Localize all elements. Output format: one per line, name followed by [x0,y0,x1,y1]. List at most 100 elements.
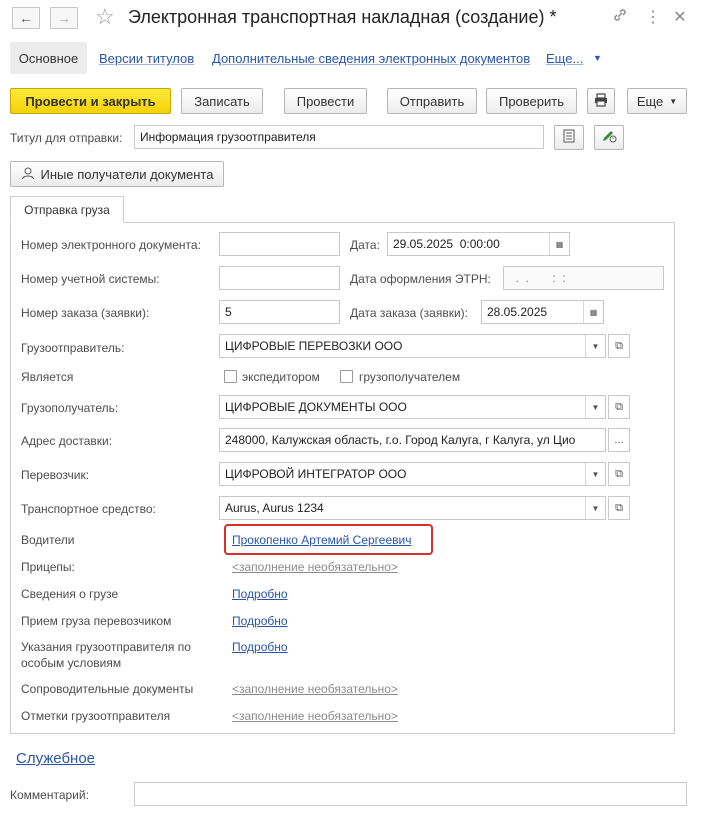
open-shipper-button[interactable]: ⧉ [608,334,630,358]
consignee-value: ЦИФРОВЫЕ ДОКУМЕНТЫ ООО [225,400,407,414]
vehicle-field[interactable]: Aurus, Aurus 1234 ▼ [219,496,606,520]
accompanying-docs-link[interactable]: <заполнение необязательно> [232,682,398,696]
etrn-date-field: . . : : [503,266,664,290]
order-number-field[interactable]: 5 [219,300,340,324]
shipper-value: ЦИФРОВЫЕ ПЕРЕВОЗКИ ООО [225,339,403,353]
shipper-field[interactable]: ЦИФРОВЫЕ ПЕРЕВОЗКИ ООО ▼ [219,334,606,358]
more-button[interactable]: Еще ▼ [627,88,687,114]
consignee-field[interactable]: ЦИФРОВЫЕ ДОКУМЕНТЫ ООО ▼ [219,395,606,419]
star-icon[interactable]: ☆ [95,4,115,30]
cargo-link[interactable]: Подробно [232,587,288,601]
account-number-field[interactable] [219,266,340,290]
other-recipients-button[interactable]: Иные получатели документа [10,161,224,187]
drivers-label: Водители [21,533,75,547]
check-button[interactable]: Проверить [486,88,577,114]
arrow-right-icon: → [57,10,71,26]
vertical-dots-icon[interactable]: ⋮ [643,7,663,27]
open-icon: ⧉ [615,501,623,514]
chevron-down-icon[interactable]: ▼ [585,335,605,357]
forwarder-label: экспедитором [242,370,320,384]
is-label: Является [21,370,74,384]
trailers-label: Прицепы: [21,560,75,574]
instructions-label-line2: особым условиям [21,656,122,670]
title-send-field[interactable]: Информация грузоотправителя [134,125,544,149]
more-button-label: Еще [636,93,664,109]
address-select-button[interactable]: ... [608,428,630,452]
comment-field[interactable] [134,782,687,806]
order-date-label: Дата заказа (заявки): [350,306,468,320]
user-icon [21,166,35,183]
calendar-icon[interactable]: ▦ [583,301,603,323]
title-send-label: Титул для отправки: [10,131,123,145]
chevron-down-icon[interactable]: ▼ [585,463,605,485]
send-button[interactable]: Отправить [387,88,477,114]
page-title: Электронная транспортная накладная (созд… [128,7,557,27]
date-label: Дата: [350,238,380,252]
address-label: Адрес доставки: [21,434,113,448]
write-button[interactable]: Записать [181,88,263,114]
date-field[interactable]: 29.05.2025 0:00:00 ▦ [387,232,570,256]
open-vehicle-button[interactable]: ⧉ [608,496,630,520]
tab-title-versions[interactable]: Версии титулов [99,51,194,66]
order-number-label: Номер заказа (заявки): [21,306,150,320]
forward-button[interactable]: → [50,7,78,29]
instructions-label-line1: Указания грузоотправителя по [21,640,191,654]
etrn-date-label: Дата оформления ЭТРН: [350,272,491,286]
list-icon [563,129,575,146]
pencil-icon [601,129,617,146]
address-field[interactable]: 248000, Калужская область, г.о. Город Ка… [219,428,606,452]
vehicle-value: Aurus, Aurus 1234 [225,501,324,515]
open-consignee-button[interactable]: ⧉ [608,395,630,419]
tab-cargo-shipment[interactable]: Отправка груза [10,196,124,223]
comment-label: Комментарий: [10,788,89,802]
open-icon: ⧉ [615,400,623,413]
post-button[interactable]: Провести [284,88,367,114]
shipper-marks-label: Отметки грузоотправителя [21,709,171,723]
open-carrier-button[interactable]: ⧉ [608,462,630,486]
chevron-down-icon: ▼ [593,53,602,63]
print-button[interactable] [587,88,615,114]
ellipsis-icon: ... [614,434,624,446]
chevron-down-icon: ▼ [669,96,678,106]
post-and-close-button[interactable]: Провести и закрыть [10,88,171,114]
carrier-field[interactable]: ЦИФРОВОЙ ИНТЕГРАТОР ООО ▼ [219,462,606,486]
carrier-value: ЦИФРОВОЙ ИНТЕГРАТОР ООО [225,467,407,481]
vehicle-label: Транспортное средство: [21,502,156,516]
accompanying-docs-label: Сопроводительные документы [21,682,194,696]
chevron-down-icon[interactable]: ▼ [585,396,605,418]
consignee-label: Грузополучатель: [21,401,119,415]
receipt-link[interactable]: Подробно [232,614,288,628]
date-value: 29.05.2025 0:00:00 [393,237,500,251]
open-icon: ⧉ [615,467,623,480]
close-icon[interactable]: ✕ [670,7,690,27]
link-icon[interactable] [610,7,630,28]
edit-button[interactable] [594,125,624,150]
shipper-marks-link[interactable]: <заполнение необязательно> [232,709,398,723]
arrow-left-icon: ← [19,10,33,26]
forwarder-checkbox[interactable] [224,370,237,383]
tab-more[interactable]: Еще... [546,51,583,66]
list-button[interactable] [554,125,584,150]
cargo-label: Сведения о грузе [21,587,119,601]
carrier-label: Перевозчик: [21,468,90,482]
open-icon: ⧉ [615,339,623,352]
consignee-checkbox-label: грузополучателем [359,370,461,384]
tab-main[interactable]: Основное [10,42,87,74]
service-link[interactable]: Служебное [16,750,95,767]
order-date-field[interactable]: 28.05.2025 ▦ [481,300,604,324]
doc-number-field[interactable] [219,232,340,256]
back-button[interactable]: ← [12,7,40,29]
shipper-label: Грузоотправитель: [21,341,125,355]
account-number-label: Номер учетной системы: [21,272,160,286]
drivers-link[interactable]: Прокопенко Артемий Сергеевич [232,533,411,547]
calendar-icon[interactable]: ▦ [549,233,569,255]
doc-number-label: Номер электронного документа: [21,238,201,252]
trailers-link[interactable]: <заполнение необязательно> [232,560,398,574]
receipt-label: Прием груза перевозчиком [21,614,172,628]
order-date-value: 28.05.2025 [487,305,548,319]
instructions-link[interactable]: Подробно [232,640,288,654]
tab-additional-info[interactable]: Дополнительные сведения электронных доку… [212,51,530,66]
consignee-checkbox[interactable] [340,370,353,383]
chevron-down-icon[interactable]: ▼ [585,497,605,519]
tab-more-label: Еще... [546,51,584,66]
